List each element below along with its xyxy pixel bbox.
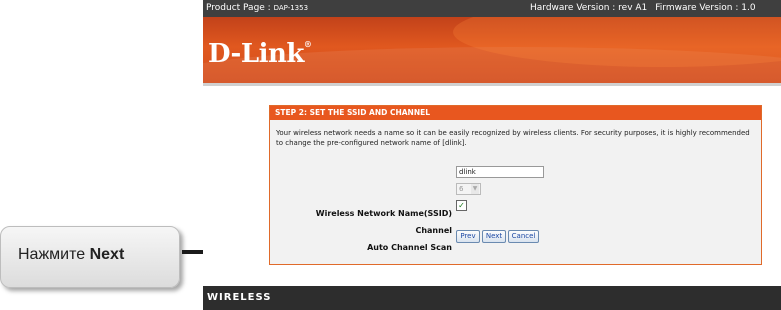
panel-title: STEP 2: SET THE SSID AND CHANNEL: [270, 106, 761, 120]
ssid-label: Wireless Network Name(SSID): [315, 209, 452, 218]
chevron-down-icon: ▼: [471, 184, 479, 194]
logo-text: D-Link: [208, 39, 304, 69]
callout-text: Нажмите Next: [18, 246, 124, 264]
hardware-version: Hardware Version : rev A1: [530, 3, 648, 13]
panel-body: Your wireless network needs a name so it…: [270, 120, 761, 148]
footer-label: WIRELESS: [207, 292, 272, 303]
auto-scan-checkbox[interactable]: ✓: [456, 200, 467, 211]
logo-mark: ®: [303, 39, 312, 49]
product-page: Product Page : DAP-1353: [206, 0, 308, 17]
channel-select[interactable]: 6 ▼: [456, 183, 481, 195]
footer-bar: WIRELESS: [203, 286, 781, 310]
firmware-version: Firmware Version : 1.0: [655, 3, 756, 13]
checkmark-icon: ✓: [458, 201, 465, 210]
main-content: STEP 2: SET THE SSID AND CHANNEL Your wi…: [203, 86, 781, 286]
wizard-panel: STEP 2: SET THE SSID AND CHANNEL Your wi…: [269, 105, 762, 265]
panel-description: Your wireless network needs a name so it…: [276, 129, 750, 147]
dlink-logo: D-Link®: [208, 39, 312, 69]
product-model: DAP-1353: [273, 4, 309, 12]
channel-value: 6: [459, 185, 464, 193]
callout-bold: Next: [89, 246, 125, 263]
brand-header: D-Link®: [203, 17, 781, 83]
cancel-button[interactable]: Cancel: [508, 230, 539, 243]
prev-button[interactable]: Prev: [456, 230, 480, 243]
next-button[interactable]: Next: [482, 230, 506, 243]
callout-prefix: Нажмите: [18, 246, 90, 263]
channel-label: Channel: [415, 226, 452, 235]
version-info: Hardware Version : rev A1 Firmware Versio…: [530, 0, 764, 17]
ssid-input[interactable]: dlink: [456, 166, 544, 178]
callout: Нажмите Next: [0, 226, 182, 290]
product-label: Product Page :: [206, 3, 274, 13]
router-page: Product Page : DAP-1353 Hardware Version…: [203, 0, 781, 310]
auto-scan-label: Auto Channel Scan: [367, 243, 452, 252]
top-bar: Product Page : DAP-1353 Hardware Version…: [203, 0, 781, 17]
